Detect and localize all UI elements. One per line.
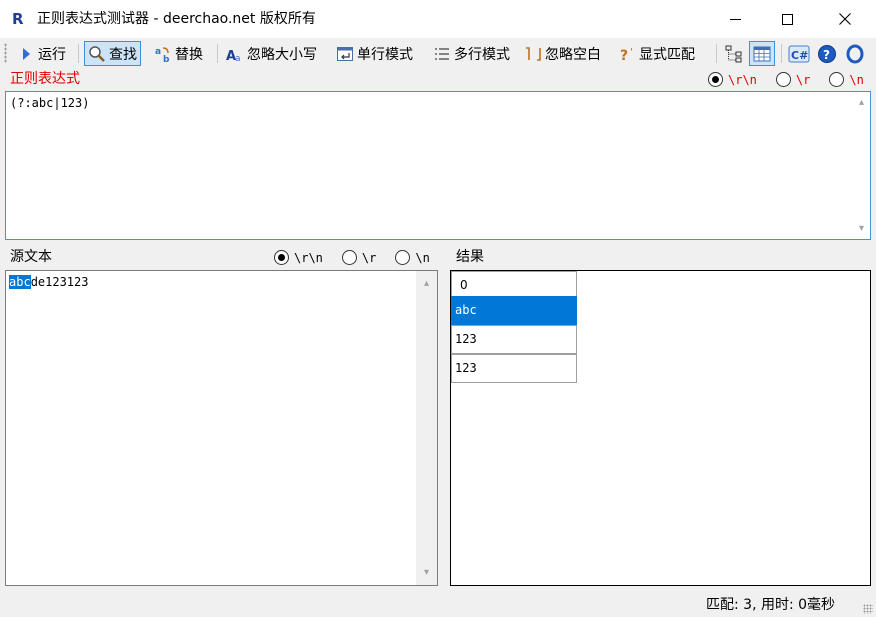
bracket-icon: [526, 46, 541, 61]
csharp-code-button[interactable]: C#: [786, 41, 812, 66]
source-newline-options: \r\n \r \n: [274, 250, 430, 265]
status-bar: 匹配: 3, 用时: 0毫秒: [0, 592, 876, 617]
result-item[interactable]: abc: [451, 296, 577, 325]
source-newline-cr-label: \r: [361, 250, 377, 265]
toolbar-grip[interactable]: [4, 43, 7, 63]
magnifier-icon: [89, 45, 105, 62]
scroll-up-icon[interactable]: ▴: [853, 94, 870, 111]
find-button[interactable]: 查找: [84, 41, 141, 66]
source-text-input[interactable]: abcde123123 ▴ ▾: [5, 270, 438, 586]
svg-text:b: b: [163, 55, 170, 63]
source-newline-cr-radio[interactable]: [341, 250, 357, 265]
toolbar: 运行 查找 ab 替换 Aa 忽略大小写 单行模式 多行模式 忽略空白 ? ' 显…: [0, 38, 876, 68]
svg-text:': ': [630, 47, 633, 58]
regex-newline-crlf-radio[interactable]: [708, 72, 723, 87]
help-button[interactable]: ?: [814, 41, 840, 66]
scroll-down-icon[interactable]: ▾: [853, 220, 870, 237]
source-newline-crlf-radio[interactable]: [274, 250, 289, 265]
result-list[interactable]: 0 abc 123 123: [450, 270, 871, 586]
question-icon: ? ': [620, 47, 633, 63]
run-label: 运行: [38, 46, 66, 63]
ignore-whitespace-label: 忽略空白: [545, 46, 601, 63]
close-icon: [839, 13, 851, 25]
result-label: 结果: [456, 249, 484, 265]
window-title: 正则表达式测试器 - deerchao.net 版权所有: [37, 11, 316, 27]
svg-text:a: a: [155, 47, 161, 57]
replace-label: 替换: [175, 46, 203, 63]
run-button[interactable]: 运行: [14, 41, 69, 66]
about-button[interactable]: [842, 41, 868, 66]
ignore-case-button[interactable]: Aa 忽略大小写: [223, 41, 320, 66]
source-text: abcde123123: [9, 274, 88, 290]
result-item[interactable]: 123: [451, 325, 577, 354]
case-icon: Aa: [226, 49, 241, 63]
regex-newline-cr-label: \r: [795, 72, 811, 87]
maximize-icon: [781, 13, 793, 25]
replace-button[interactable]: ab 替换: [151, 41, 206, 66]
table-view-button[interactable]: [749, 41, 775, 66]
source-text-rest: de123123: [30, 275, 89, 289]
app-logo-icon: R: [12, 10, 24, 28]
ignore-case-label: 忽略大小写: [247, 46, 317, 63]
toolbar-separator: [217, 44, 218, 63]
regex-scrollbar[interactable]: ▴ ▾: [853, 92, 870, 239]
ignore-whitespace-button[interactable]: 忽略空白: [521, 41, 604, 66]
regex-newline-lf-label: \n: [849, 72, 864, 87]
play-icon: [23, 47, 30, 60]
svg-text:C#: C#: [791, 49, 808, 62]
table-icon: [753, 46, 771, 61]
title-bar: R 正则表达式测试器 - deerchao.net 版权所有: [0, 0, 876, 38]
regex-newline-options: \r\n \r \n: [708, 72, 864, 87]
regex-label: 正则表达式: [10, 71, 80, 87]
status-text: 匹配: 3, 用时: 0毫秒: [706, 597, 836, 613]
result-item[interactable]: 123: [451, 354, 577, 383]
scroll-up-icon[interactable]: ▴: [418, 275, 435, 292]
source-scrollbar[interactable]: ▴ ▾: [416, 271, 437, 585]
source-newline-lf-radio[interactable]: [395, 250, 411, 265]
toolbar-separator: [781, 44, 782, 63]
minimize-icon: [729, 18, 741, 20]
multiline-button[interactable]: 多行模式: [430, 41, 513, 66]
close-button[interactable]: [816, 0, 874, 38]
opera-o-icon: [846, 44, 864, 63]
maximize-button[interactable]: [758, 0, 816, 38]
source-newline-lf-label: \n: [415, 250, 430, 265]
regex-newline-crlf-label: \r\n: [728, 72, 757, 87]
singleline-button[interactable]: 单行模式: [333, 41, 416, 66]
singleline-label: 单行模式: [357, 46, 413, 63]
regex-input[interactable]: (?:abc|123) ▴ ▾: [5, 91, 871, 240]
replace-icon: ab: [155, 47, 170, 63]
resize-grip-icon[interactable]: [863, 604, 873, 614]
help-icon: ?: [818, 44, 836, 63]
svg-text:?: ?: [823, 48, 830, 62]
source-newline-crlf-label: \r\n: [294, 250, 323, 265]
find-label: 查找: [109, 46, 137, 63]
tree-view-button[interactable]: [721, 41, 747, 66]
multiline-icon: [435, 47, 449, 60]
explicit-capture-label: 显式匹配: [639, 46, 695, 63]
source-text-selection: abc: [9, 275, 31, 289]
regex-newline-lf-radio[interactable]: [829, 72, 845, 87]
svg-text:a: a: [235, 54, 241, 63]
multiline-label: 多行模式: [454, 46, 510, 63]
regex-pattern-text: (?:abc|123): [10, 96, 90, 110]
toolbar-separator: [78, 44, 79, 63]
regex-newline-cr-radio[interactable]: [775, 72, 791, 87]
scroll-down-icon[interactable]: ▾: [418, 564, 435, 581]
minimize-button[interactable]: [706, 0, 764, 38]
source-label: 源文本: [10, 249, 52, 265]
toolbar-separator: [716, 44, 717, 63]
tree-icon: [725, 45, 742, 62]
csharp-icon: C#: [788, 45, 810, 62]
explicit-capture-button[interactable]: ? ' 显式匹配: [615, 41, 698, 66]
singleline-icon: [337, 46, 353, 61]
svg-text:?: ?: [620, 48, 628, 63]
